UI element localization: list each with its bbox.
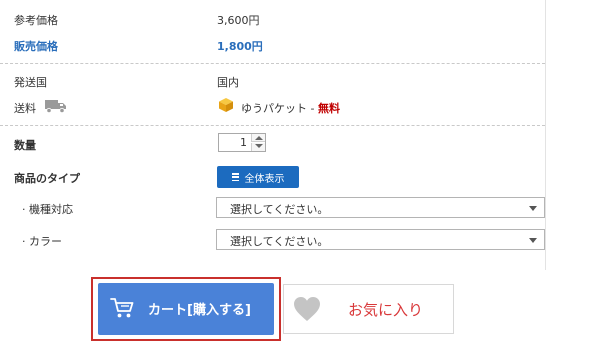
device-option-label: · 機種対応 xyxy=(22,203,73,216)
favorite-label: お気に入り xyxy=(348,301,424,319)
divider xyxy=(0,125,545,126)
quantity-label: 数量 xyxy=(14,139,36,152)
show-all-label: 全体表示 xyxy=(244,173,285,185)
favorite-button[interactable]: お気に入り xyxy=(283,284,454,334)
color-option-label: · カラー xyxy=(22,235,62,248)
color-select[interactable]: 選択してください。 xyxy=(216,229,545,250)
reference-price-value: 3,600円 xyxy=(217,14,260,27)
caret-up-icon xyxy=(255,136,263,140)
quantity-decrement[interactable] xyxy=(251,143,265,151)
cart-icon xyxy=(110,298,134,318)
add-to-cart-button[interactable]: カート[購入する] xyxy=(98,283,274,335)
panel-border xyxy=(545,0,546,270)
product-type-label: 商品のタイプ xyxy=(14,172,80,185)
package-icon xyxy=(219,98,233,112)
reference-price-label: 参考価格 xyxy=(14,14,58,27)
shipping-method-name: ゆうパケット - xyxy=(241,102,318,115)
chevron-down-icon xyxy=(529,238,537,243)
quantity-increment[interactable] xyxy=(251,134,265,142)
sale-price-value: 1,800円 xyxy=(217,40,263,53)
color-select-value: 選択してください。 xyxy=(230,235,329,248)
quantity-stepper[interactable]: 1 xyxy=(218,133,266,152)
shipping-fee-value: 無料 xyxy=(317,102,340,115)
origin-value: 国内 xyxy=(217,76,239,89)
shipping-fee-label: 送料 xyxy=(14,102,36,115)
device-select-value: 選択してください。 xyxy=(230,203,329,216)
device-select[interactable]: 選択してください。 xyxy=(216,197,545,218)
caret-down-icon xyxy=(255,144,263,148)
chevron-down-icon xyxy=(529,206,537,211)
shipping-method: ゆうパケット - 無料 xyxy=(241,100,340,116)
truck-icon xyxy=(45,100,66,113)
add-to-cart-label: カート[購入する] xyxy=(148,303,251,318)
origin-label: 発送国 xyxy=(14,76,47,89)
divider xyxy=(0,63,545,64)
sale-price-label: 販売価格 xyxy=(14,40,58,53)
show-all-button[interactable]: 全体表示 xyxy=(217,166,299,188)
list-icon xyxy=(231,173,239,181)
heart-icon xyxy=(294,297,320,321)
quantity-value: 1 xyxy=(240,136,247,149)
